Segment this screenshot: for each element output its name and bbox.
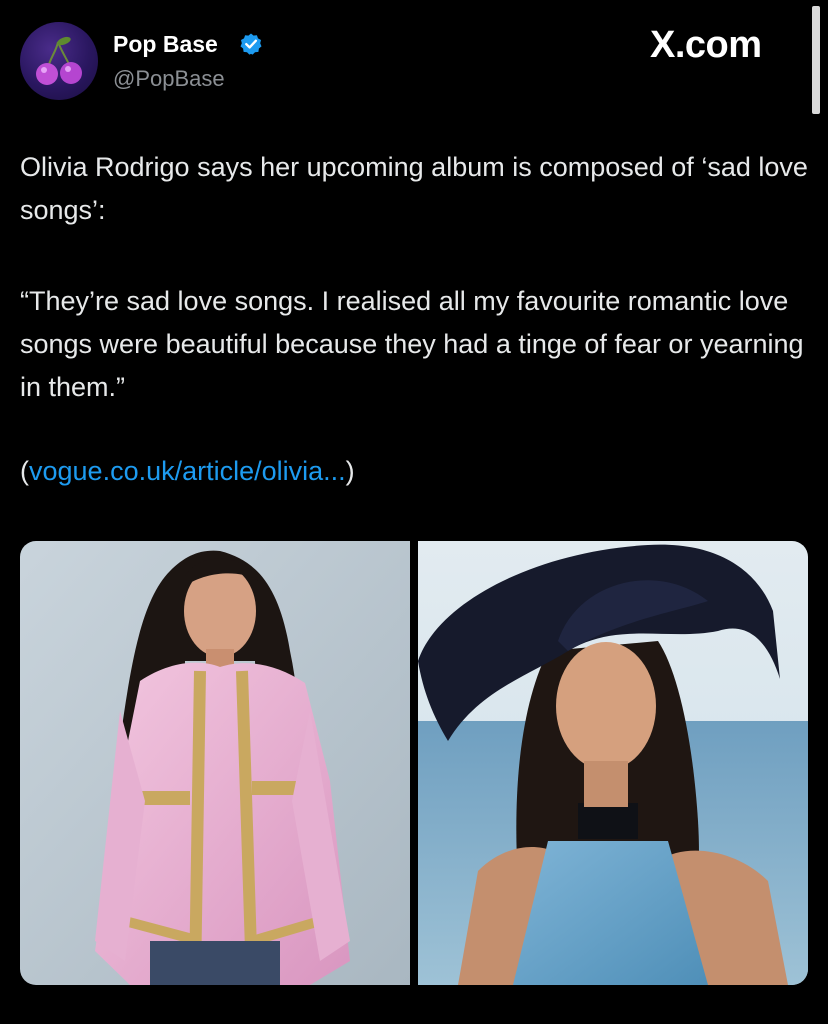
cherries-icon [36, 36, 82, 85]
tweet-text-quote: “They’re sad love songs. I realised all … [20, 286, 804, 402]
tweet-link-line: (vogue.co.uk/article/olivia...) [20, 450, 810, 493]
avatar[interactable] [20, 22, 98, 100]
display-name[interactable]: Pop Base [113, 31, 218, 58]
tweet-header: Pop Base @PopBase X.com [0, 0, 828, 120]
link-open-paren: ( [20, 456, 29, 486]
user-handle[interactable]: @PopBase [113, 66, 225, 92]
tweet-text-intro: Olivia Rodrigo says her upcoming album i… [20, 152, 808, 225]
photo-black-hat-ocean[interactable] [418, 541, 808, 985]
verified-badge-icon [240, 33, 262, 55]
article-link[interactable]: vogue.co.uk/article/olivia... [29, 456, 346, 486]
link-close-paren: ) [345, 456, 355, 486]
site-watermark: X.com [650, 24, 762, 66]
edge-bar [812, 6, 820, 114]
photo-pink-jacket[interactable] [20, 541, 410, 985]
